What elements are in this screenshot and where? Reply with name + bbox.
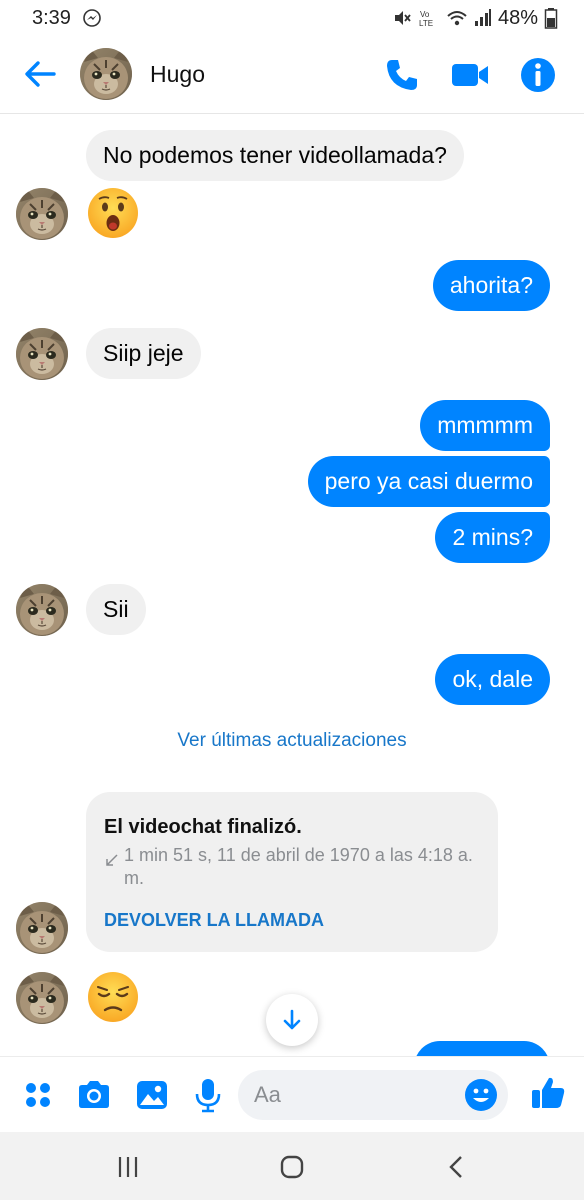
- camera-icon[interactable]: [76, 1077, 112, 1113]
- call-back-button[interactable]: DEVOLVER LA LLAMADA: [104, 910, 324, 931]
- status-time: 3:39: [32, 7, 71, 29]
- message-composer: [0, 1056, 584, 1132]
- contact-avatar[interactable]: [80, 48, 132, 100]
- microphone-icon[interactable]: [190, 1077, 226, 1113]
- phone-call-icon[interactable]: [384, 57, 420, 93]
- message-incoming[interactable]: Siip jeje: [86, 328, 201, 379]
- back-icon[interactable]: [442, 1152, 472, 1182]
- message-incoming[interactable]: No podemos tener videollamada?: [86, 130, 464, 181]
- message-outgoing[interactable]: ahorita?: [432, 260, 550, 311]
- contact-avatar[interactable]: [16, 902, 68, 954]
- svg-text:Vo: Vo: [420, 10, 430, 19]
- info-icon[interactable]: [518, 55, 558, 95]
- pensive-face-emoji[interactable]: [86, 970, 140, 1024]
- contact-avatar[interactable]: [16, 328, 68, 380]
- arrow-down-icon: [283, 1009, 301, 1030]
- message-input[interactable]: [254, 1070, 454, 1120]
- svg-text:LTE: LTE: [419, 19, 433, 28]
- call-card-detail: 1 min 51 s, 11 de abril de 1970 a las 4:…: [124, 845, 473, 888]
- video-chat-ended-card[interactable]: El videochat finalizó. 1 min 51 s, 11 de…: [86, 792, 498, 952]
- battery-icon: [544, 8, 558, 29]
- wifi-icon: [447, 11, 467, 26]
- scroll-to-bottom-button[interactable]: [266, 994, 318, 1046]
- volte-icon: Vo LTE: [419, 10, 433, 28]
- call-card-title: El videochat finalizó.: [104, 816, 302, 838]
- back-arrow-icon[interactable]: [22, 56, 58, 92]
- message-outgoing[interactable]: ok, dale: [435, 654, 550, 705]
- menu-dots-icon[interactable]: [20, 1077, 56, 1113]
- see-latest-updates-link[interactable]: Ver últimas actualizaciones: [0, 730, 584, 752]
- chat-header: Hugo: [0, 36, 584, 114]
- message-thread[interactable]: No podemos tener videollamada? ahorita? …: [0, 114, 584, 1056]
- battery-percent: 48%: [497, 6, 538, 29]
- recent-apps-icon[interactable]: [114, 1152, 144, 1182]
- surprised-face-emoji[interactable]: [86, 186, 140, 240]
- home-icon[interactable]: [277, 1152, 307, 1182]
- system-nav-bar: [0, 1132, 584, 1200]
- smiley-icon[interactable]: [464, 1078, 498, 1112]
- contact-avatar[interactable]: [16, 972, 68, 1024]
- video-call-icon[interactable]: [450, 57, 490, 93]
- messenger-notification-icon: [83, 9, 101, 27]
- message-outgoing-partial[interactable]: [414, 1041, 550, 1056]
- contact-avatar[interactable]: [16, 188, 68, 240]
- status-icons: Vo LTE 48%: [392, 6, 558, 30]
- message-outgoing[interactable]: pero ya casi duermo: [307, 456, 550, 507]
- message-outgoing[interactable]: mmmmm: [420, 400, 550, 451]
- signal-icon: [474, 9, 491, 26]
- contact-avatar[interactable]: [16, 584, 68, 636]
- mute-icon: [394, 11, 411, 25]
- message-incoming[interactable]: Sii: [86, 584, 146, 635]
- thumbs-up-icon[interactable]: [530, 1075, 566, 1111]
- contact-name[interactable]: Hugo: [150, 61, 205, 88]
- status-bar: 3:39 Vo LTE 48%: [0, 0, 584, 36]
- message-field[interactable]: [238, 1070, 508, 1120]
- gallery-icon[interactable]: [134, 1077, 170, 1113]
- missed-call-arrow-icon: [106, 854, 118, 866]
- message-outgoing[interactable]: 2 mins?: [435, 512, 550, 563]
